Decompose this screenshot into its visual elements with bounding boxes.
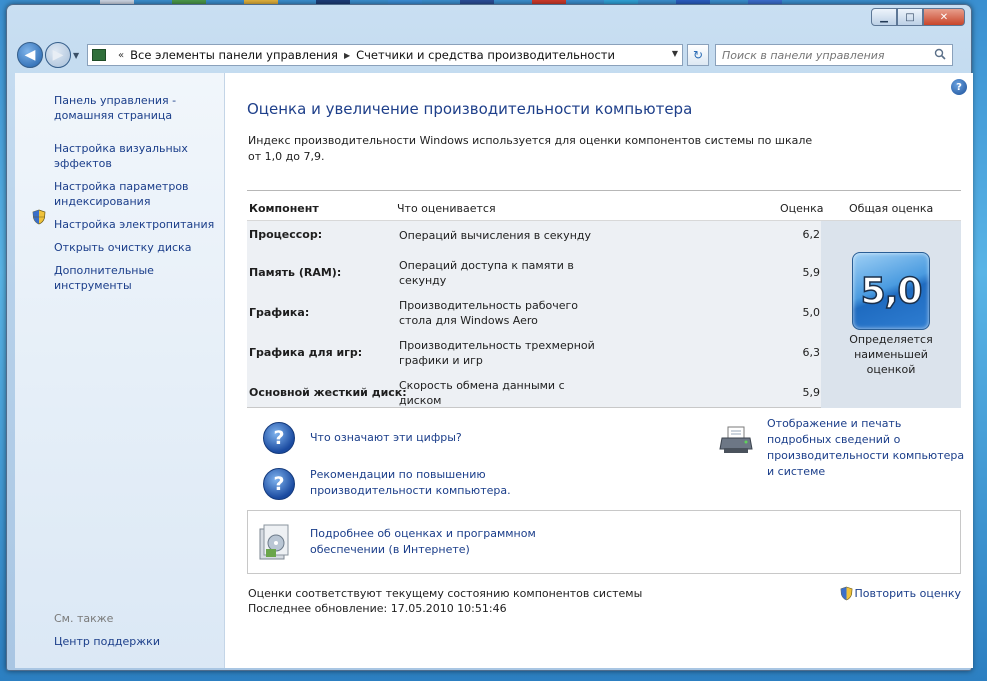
sidebar-item-support-center[interactable]: Центр поддержки [54, 634, 219, 649]
status-current: Оценки соответствуют текущему состоянию … [248, 587, 643, 600]
minimize-button[interactable]: ▁ [871, 8, 897, 26]
row-component: Основной жесткий диск: [249, 386, 407, 399]
page-title: Оценка и увеличение производительности к… [247, 100, 693, 118]
base-score-value: 5,0 [860, 270, 923, 313]
uac-shield-icon [32, 209, 46, 225]
task-pane: Панель управления - домашняя страница На… [15, 73, 225, 668]
row-description: Производительность рабочего стола для Wi… [399, 299, 579, 327]
last-update: Последнее обновление: 17.05.2010 10:51:4… [248, 602, 507, 615]
help-icon[interactable]: ? [951, 79, 967, 95]
window-controls: ▁ □ ✕ [871, 8, 965, 26]
uac-shield-icon [840, 586, 852, 601]
breadcrumb-overflow[interactable]: « [118, 50, 124, 61]
question-icon[interactable]: ? [263, 468, 295, 500]
online-info-link[interactable]: Подробнее об оценках и программном обесп… [310, 526, 550, 558]
intro-text: Индекс производительности Windows исполь… [248, 134, 813, 163]
software-box-icon [259, 524, 289, 560]
printer-icon[interactable] [719, 425, 753, 455]
address-dropdown-icon[interactable]: ▼ [672, 49, 678, 58]
history-dropdown-icon[interactable]: ▼ [73, 51, 83, 60]
base-score-badge: 5,0 [852, 252, 930, 330]
table-row: Память (RAM): Операций доступа к памяти … [247, 253, 820, 291]
table-header: Компонент Что оценивается Оценка Общая о… [247, 190, 961, 221]
breadcrumb-separator[interactable]: ▶ [344, 51, 350, 60]
maximize-button[interactable]: □ [897, 8, 923, 26]
address-bar[interactable]: « Все элементы панели управления ▶ Счетч… [87, 44, 683, 66]
control-panel-window: ▁ □ ✕ ◀ ▶ ▼ « Все элементы панели управл… [6, 4, 973, 671]
row-description: Скорость обмена данными с диском [399, 379, 565, 407]
rerun-assessment-link[interactable]: Повторить оценку [840, 586, 961, 601]
row-component: Графика для игр: [249, 346, 363, 359]
table-row: Графика: Производительность рабочего сто… [247, 293, 820, 331]
row-score: 5,9 [802, 386, 821, 399]
main-content: ? Оценка и увеличение производительности… [225, 73, 973, 668]
close-button[interactable]: ✕ [923, 8, 965, 26]
status-text: Оценки соответствуют текущему состоянию … [248, 586, 642, 616]
row-score: 6,3 [802, 346, 821, 359]
row-description: Производительность трехмерной графики и … [399, 339, 595, 367]
table-row: Графика для игр: Производительность трех… [247, 333, 820, 371]
table-body: Процессор: Операций вычисления в секунду… [247, 221, 961, 408]
navigation-bar: ◀ ▶ ▼ « Все элементы панели управления ▶… [17, 41, 965, 69]
header-component: Компонент [249, 202, 319, 215]
row-component: Память (RAM): [249, 266, 342, 279]
breadcrumb-all-items[interactable]: Все элементы панели управления [130, 48, 338, 62]
print-details-link[interactable]: Отображение и печать подробных сведений … [767, 416, 967, 480]
forward-button[interactable]: ▶ [45, 42, 71, 68]
header-overall: Общая оценка [849, 202, 934, 215]
online-info-box: Подробнее об оценках и программном обесп… [247, 510, 961, 574]
row-score: 5,0 [802, 306, 821, 319]
sidebar-item-indexing[interactable]: Настройка параметров индексирования [54, 179, 219, 209]
control-panel-icon [92, 49, 106, 61]
performance-tips-link[interactable]: Рекомендации по повышению производительн… [310, 467, 520, 499]
search-box[interactable] [715, 44, 953, 66]
overall-note: Определяется наименьшей оценкой [849, 333, 933, 376]
row-component: Процессор: [249, 228, 323, 241]
see-also-label: См. также [54, 612, 114, 625]
what-numbers-link[interactable]: Что означают эти цифры? [310, 430, 462, 446]
search-input[interactable] [722, 48, 922, 62]
sidebar-home-link[interactable]: Панель управления - домашняя страница [54, 93, 219, 123]
header-score: Оценка [780, 202, 824, 215]
sidebar-item-disk-cleanup[interactable]: Открыть очистку диска [54, 240, 219, 255]
question-icon[interactable]: ? [263, 422, 295, 454]
header-rated: Что оценивается [397, 202, 496, 215]
sidebar-item-advanced-tools[interactable]: Дополнительные инструменты [54, 263, 219, 293]
search-icon[interactable] [934, 48, 946, 60]
sidebar-item-visual-effects[interactable]: Настройка визуальных эффектов [54, 141, 219, 171]
row-description: Операций доступа к памяти в секунду [399, 259, 574, 287]
table-row: Основной жесткий диск: Скорость обмена д… [247, 373, 820, 411]
rerun-label[interactable]: Повторить оценку [855, 587, 961, 600]
refresh-button[interactable]: ↻ [687, 44, 709, 66]
breadcrumb-performance[interactable]: Счетчики и средства производительности [356, 48, 615, 62]
row-component: Графика: [249, 306, 310, 319]
sidebar-item-power[interactable]: Настройка электропитания [54, 217, 219, 232]
row-score: 5,9 [802, 266, 821, 279]
row-description: Операций вычисления в секунду [399, 229, 591, 242]
row-score: 6,2 [802, 228, 821, 241]
back-button[interactable]: ◀ [17, 42, 43, 68]
score-table: Компонент Что оценивается Оценка Общая о… [247, 190, 961, 408]
overall-score-cell: 5,0 Определяется наименьшей оценкой [821, 221, 961, 408]
